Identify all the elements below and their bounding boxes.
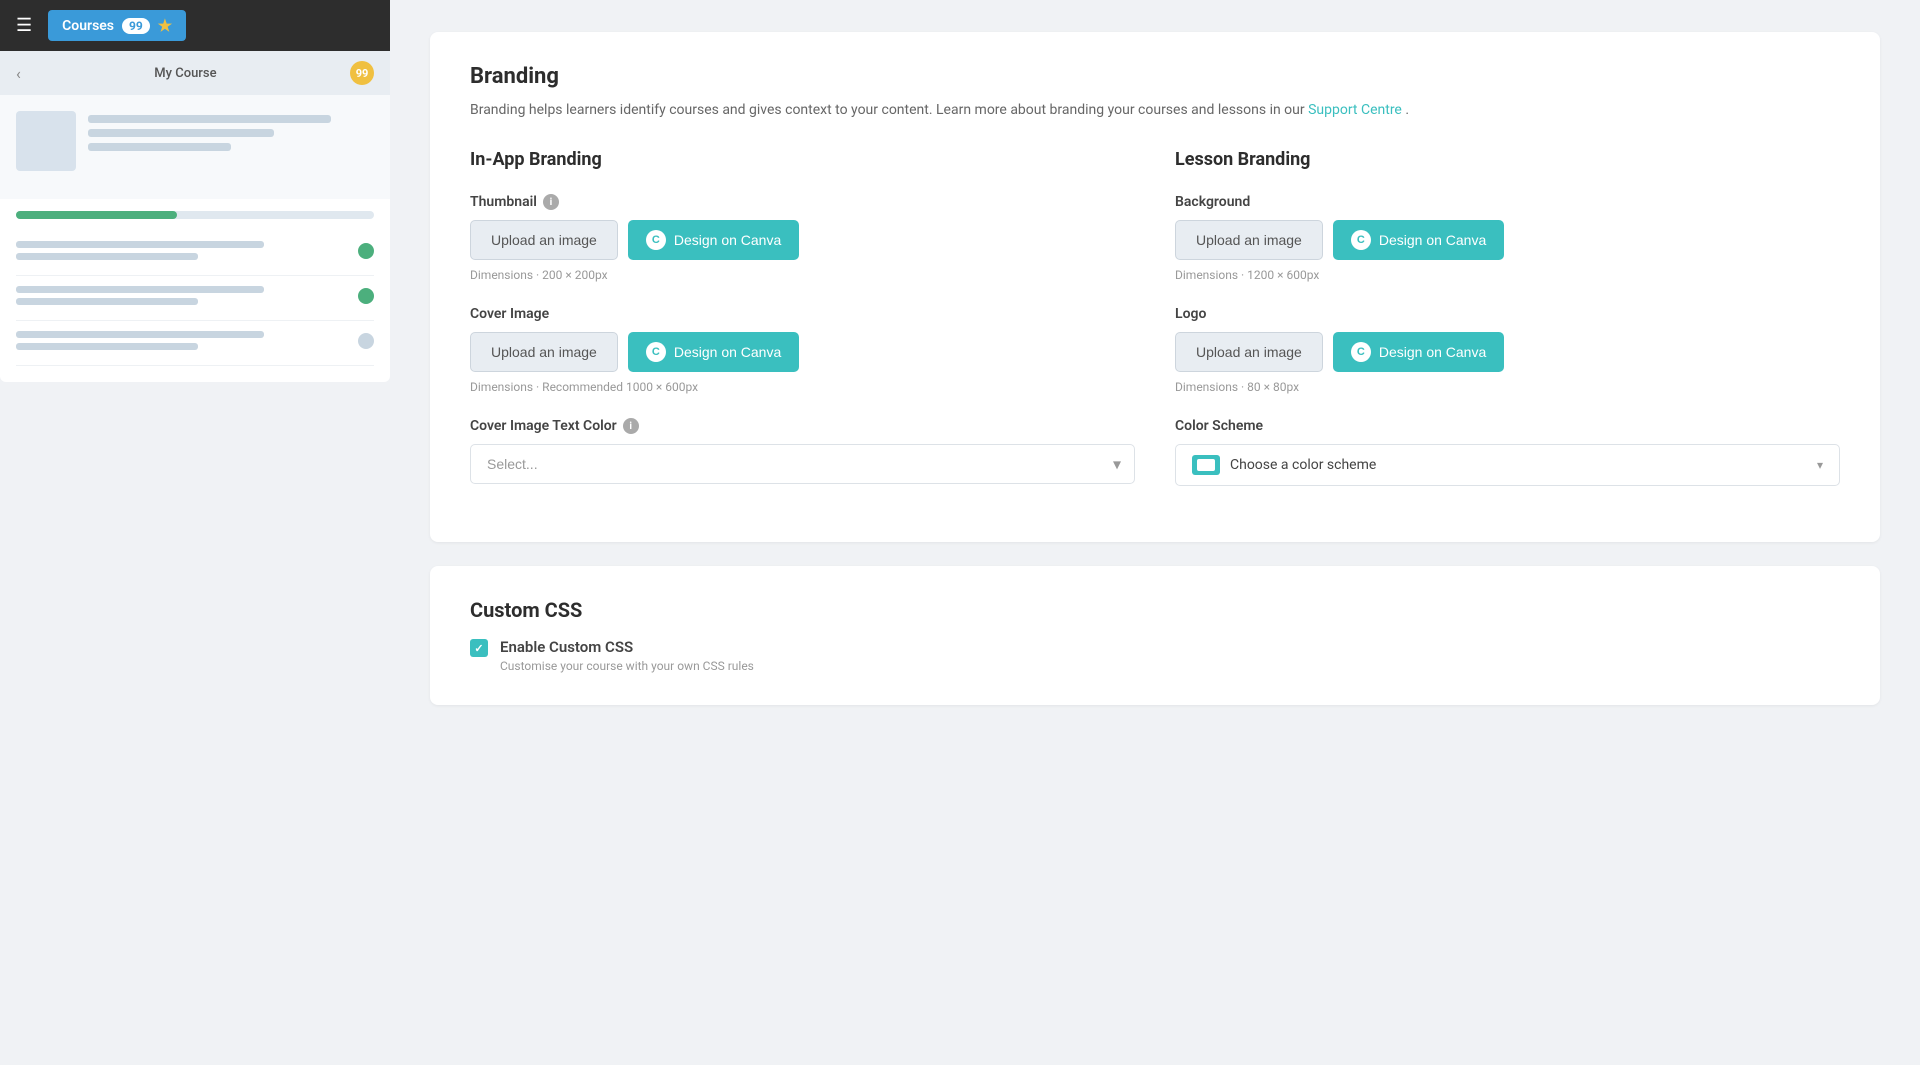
course-content-preview — [0, 95, 390, 199]
lesson-dot-complete — [358, 243, 374, 259]
thumbnail-field-group: Thumbnail i Upload an image C Design on … — [470, 194, 1135, 282]
cover-image-upload-row: Upload an image C Design on Canva — [470, 332, 1135, 372]
background-field-group: Background Upload an image C Design on C… — [1175, 194, 1840, 282]
logo-upload-button[interactable]: Upload an image — [1175, 332, 1323, 372]
lesson-item[interactable] — [16, 321, 374, 366]
custom-css-section: Custom CSS ✓ Enable Custom CSS Customise… — [430, 566, 1880, 705]
lesson-line-a — [16, 286, 264, 293]
custom-css-title: Custom CSS — [470, 598, 1840, 622]
branding-title: Branding — [470, 64, 1840, 89]
color-scheme-placeholder: Choose a color scheme — [1230, 457, 1807, 473]
cover-image-field-group: Cover Image Upload an image C Design on … — [470, 306, 1135, 394]
enable-custom-css-checkbox[interactable]: ✓ — [470, 639, 488, 657]
star-icon: ★ — [158, 16, 172, 35]
background-upload-button[interactable]: Upload an image — [1175, 220, 1323, 260]
courses-count: 99 — [122, 18, 150, 34]
hamburger-icon[interactable]: ☰ — [16, 15, 32, 36]
cover-image-dimensions: Dimensions · Recommended 1000 × 600px — [470, 380, 1135, 394]
cover-text-color-select[interactable]: Select... — [470, 444, 1135, 484]
thumbnail-upload-row: Upload an image C Design on Canva — [470, 220, 1135, 260]
dropdown-arrow-icon: ▾ — [1817, 458, 1823, 472]
logo-canva-button[interactable]: C Design on Canva — [1333, 332, 1504, 372]
enable-custom-css-row: ✓ Enable Custom CSS Customise your cours… — [470, 638, 1840, 673]
in-app-branding-title: In-App Branding — [470, 149, 1135, 170]
lesson-dot-incomplete — [358, 333, 374, 349]
canva-logo-icon: C — [1351, 230, 1371, 250]
branding-grid: In-App Branding Thumbnail i Upload an im… — [470, 149, 1840, 510]
canva-logo-icon: C — [646, 342, 666, 362]
cover-text-color-label: Cover Image Text Color i — [470, 418, 1135, 434]
branding-section: Branding Branding helps learners identif… — [430, 32, 1880, 542]
thumbnail-upload-button[interactable]: Upload an image — [470, 220, 618, 260]
color-scheme-field-group: Color Scheme Choose a color scheme ▾ — [1175, 418, 1840, 486]
sidebar: ☰ Courses 99 ★ ‹ My Course 99 — [0, 0, 390, 1065]
progress-bar-container — [16, 211, 374, 219]
back-arrow-icon[interactable]: ‹ — [16, 64, 21, 83]
logo-field-group: Logo Upload an image C Design on Canva D… — [1175, 306, 1840, 394]
enable-custom-css-sublabel: Customise your course with your own CSS … — [500, 659, 754, 673]
courses-badge[interactable]: Courses 99 ★ — [48, 10, 186, 41]
course-preview: ‹ My Course 99 — [0, 51, 390, 382]
lesson-dot-complete — [358, 288, 374, 304]
lesson-line-b — [16, 343, 198, 350]
course-badge-small: 99 — [350, 61, 374, 85]
background-canva-button[interactable]: C Design on Canva — [1333, 220, 1504, 260]
courses-label: Courses — [62, 18, 114, 34]
lesson-item[interactable] — [16, 276, 374, 321]
color-scheme-label: Color Scheme — [1175, 418, 1840, 434]
thumbnail-label: Thumbnail i — [470, 194, 1135, 210]
preview-line-1 — [88, 115, 331, 123]
lesson-item[interactable] — [16, 231, 374, 276]
lesson-branding-title: Lesson Branding — [1175, 149, 1840, 170]
preview-line-2 — [88, 129, 274, 137]
checkbox-check-icon: ✓ — [474, 642, 483, 655]
preview-line-3 — [88, 143, 231, 151]
thumbnail-canva-button[interactable]: C Design on Canva — [628, 220, 799, 260]
lesson-line-b — [16, 298, 198, 305]
logo-upload-row: Upload an image C Design on Canva — [1175, 332, 1840, 372]
lesson-line-a — [16, 331, 264, 338]
logo-label: Logo — [1175, 306, 1840, 322]
preview-thumbnail — [16, 111, 76, 171]
main-content: Branding Branding helps learners identif… — [390, 0, 1920, 1065]
course-header-bar: ‹ My Course 99 — [0, 51, 390, 95]
logo-dimensions: Dimensions · 80 × 80px — [1175, 380, 1840, 394]
preview-text-lines — [88, 111, 374, 157]
sidebar-header: ☰ Courses 99 ★ — [0, 0, 390, 51]
background-dimensions: Dimensions · 1200 × 600px — [1175, 268, 1840, 282]
lesson-line-a — [16, 241, 264, 248]
canva-logo-icon: C — [646, 230, 666, 250]
canva-logo-icon: C — [1351, 342, 1371, 362]
lesson-line-b — [16, 253, 198, 260]
color-scheme-select-wrapper: Choose a color scheme ▾ — [1175, 444, 1840, 486]
cover-image-canva-button[interactable]: C Design on Canva — [628, 332, 799, 372]
thumbnail-dimensions: Dimensions · 200 × 200px — [470, 268, 1135, 282]
color-scheme-icon — [1192, 455, 1220, 475]
course-title-preview: My Course — [154, 66, 216, 81]
cover-text-color-info-icon[interactable]: i — [623, 418, 639, 434]
in-app-branding-column: In-App Branding Thumbnail i Upload an im… — [470, 149, 1135, 510]
lesson-branding-column: Lesson Branding Background Upload an ima… — [1175, 149, 1840, 510]
background-upload-row: Upload an image C Design on Canva — [1175, 220, 1840, 260]
cover-text-color-select-wrapper: Select... ▾ — [470, 444, 1135, 484]
lesson-list — [0, 231, 390, 382]
background-label: Background — [1175, 194, 1840, 210]
progress-bar-fill — [16, 211, 177, 219]
support-centre-link[interactable]: Support Centre — [1308, 102, 1402, 118]
cover-image-label: Cover Image — [470, 306, 1135, 322]
branding-description: Branding helps learners identify courses… — [470, 99, 1840, 121]
color-scheme-select[interactable]: Choose a color scheme ▾ — [1175, 444, 1840, 486]
cover-text-color-field-group: Cover Image Text Color i Select... ▾ — [470, 418, 1135, 484]
thumbnail-info-icon[interactable]: i — [543, 194, 559, 210]
cover-image-upload-button[interactable]: Upload an image — [470, 332, 618, 372]
enable-custom-css-label: Enable Custom CSS — [500, 638, 754, 656]
